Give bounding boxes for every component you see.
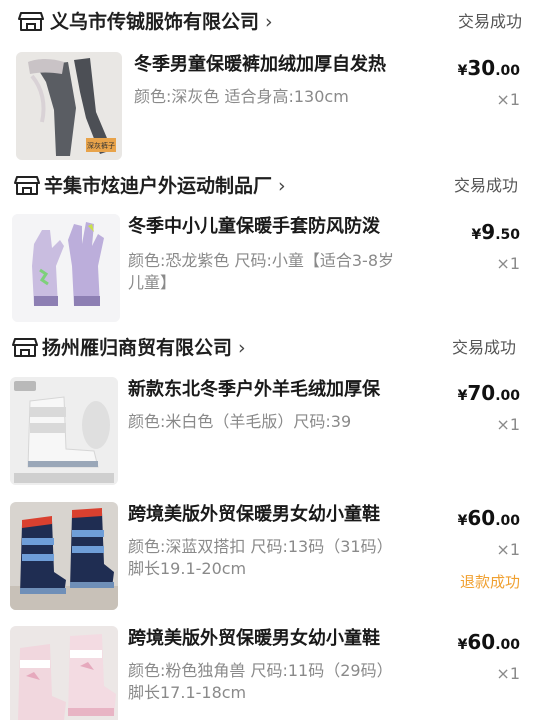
product-title[interactable]: 新款东北冬季户外羊毛绒加厚保 <box>128 377 428 403</box>
shop-header[interactable]: 辛集市炫迪户外运动制品厂 › 交易成功 <box>0 168 540 206</box>
product-quantity: ×1 <box>496 540 520 559</box>
product-spec: 颜色:米白色（羊毛版）尺码:39 <box>128 412 352 431</box>
order-item[interactable]: 深灰裤子 冬季男童保暖裤加绒加厚自发热 颜色:深灰色 适合身高:130cm ¥3… <box>0 52 540 167</box>
product-quantity: ×1 <box>496 415 520 434</box>
product-spec: 颜色:深蓝双搭扣 尺码:13码（31码）脚长19.1-20cm <box>128 537 393 578</box>
refund-status[interactable]: 退款成功 <box>460 572 520 592</box>
shop-header[interactable]: 义乌市传铖服饰有限公司 › 交易成功 <box>0 4 540 42</box>
product-thumbnail[interactable] <box>10 626 118 720</box>
order-list: 义乌市传铖服饰有限公司 › 交易成功 深灰裤子 冬季男童保暖裤加绒加厚自发热 颜… <box>0 0 540 720</box>
store-icon <box>14 176 40 195</box>
store-icon <box>12 338 38 357</box>
order-item[interactable]: 新款东北冬季户外羊毛绒加厚保 颜色:米白色（羊毛版）尺码:39 ¥70.00 ×… <box>0 377 540 492</box>
product-thumbnail[interactable] <box>12 214 120 322</box>
product-title[interactable]: 跨境美版外贸保暖男女幼小童鞋 <box>128 626 428 652</box>
chevron-right-icon: › <box>259 11 273 33</box>
product-title[interactable]: 冬季中小儿童保暖手套防风防泼 <box>128 214 428 240</box>
product-quantity: ×1 <box>496 90 520 109</box>
order-item[interactable]: 跨境美版外贸保暖男女幼小童鞋 颜色:深蓝双搭扣 尺码:13码（31码）脚长19.… <box>0 502 540 617</box>
shop-header[interactable]: 扬州雁归商贸有限公司 › 交易成功 <box>0 330 540 368</box>
order-status: 交易成功 <box>451 338 516 357</box>
product-quantity: ×1 <box>496 664 520 683</box>
product-thumbnail[interactable] <box>10 502 118 610</box>
thumbnail-label: 深灰裤子 <box>87 141 115 150</box>
shop-name[interactable]: 义乌市传铖服饰有限公司 › <box>50 9 273 35</box>
shop-name[interactable]: 扬州雁归商贸有限公司 › <box>42 335 246 361</box>
store-icon <box>18 12 44 31</box>
product-title[interactable]: 冬季男童保暖裤加绒加厚自发热 <box>134 52 434 78</box>
order-item[interactable]: 跨境美版外贸保暖男女幼小童鞋 颜色:粉色独角兽 尺码:11码（29码）脚长17.… <box>0 626 540 720</box>
product-thumbnail[interactable] <box>10 377 118 485</box>
product-price: ¥60.00 <box>457 630 520 654</box>
product-price: ¥60.00 <box>457 506 520 530</box>
product-title[interactable]: 跨境美版外贸保暖男女幼小童鞋 <box>128 502 428 528</box>
shop-name[interactable]: 辛集市炫迪户外运动制品厂 › <box>44 173 286 199</box>
product-thumbnail[interactable]: 深灰裤子 <box>16 52 122 160</box>
chevron-right-icon: › <box>272 175 286 197</box>
product-spec: 颜色:恐龙紫色 尺码:小童【适合3-8岁儿童】 <box>128 251 395 292</box>
chevron-right-icon: › <box>232 337 246 359</box>
order-item[interactable]: 冬季中小儿童保暖手套防风防泼 颜色:恐龙紫色 尺码:小童【适合3-8岁儿童】 ¥… <box>0 214 540 329</box>
product-price: ¥70.00 <box>457 381 520 405</box>
product-price: ¥9.50 <box>471 220 520 244</box>
product-price: ¥30.00 <box>457 56 520 80</box>
product-spec: 颜色:深灰色 适合身高:130cm <box>134 87 349 106</box>
product-spec: 颜色:粉色独角兽 尺码:11码（29码）脚长17.1-18cm <box>128 661 393 702</box>
order-status: 交易成功 <box>453 176 518 195</box>
product-quantity: ×1 <box>496 254 520 273</box>
order-status: 交易成功 <box>457 12 522 31</box>
